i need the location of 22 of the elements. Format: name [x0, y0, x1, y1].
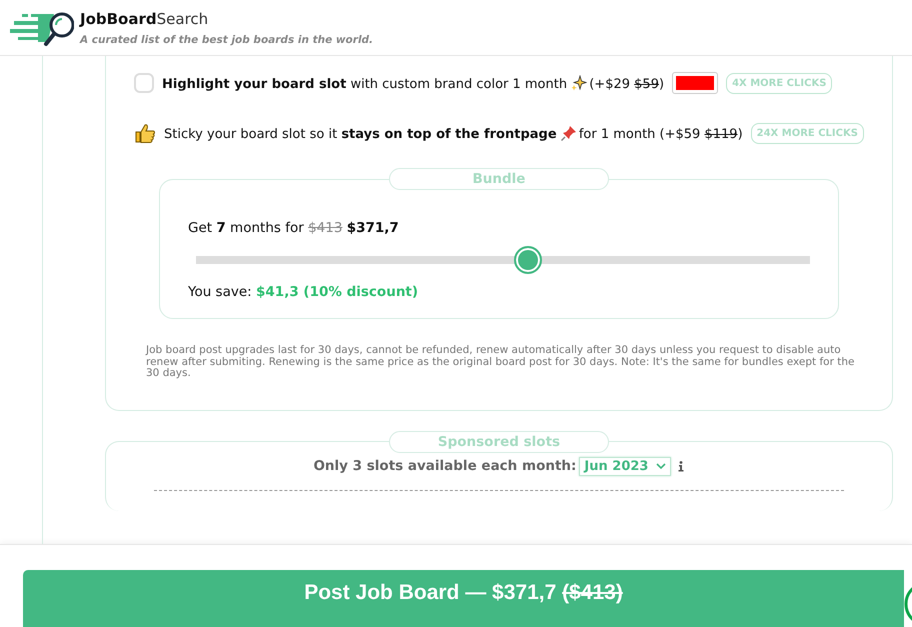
thumbs-up-icon: [134, 122, 156, 144]
upgrade-text: Sticky your board slot so it stays on top of the frontpage for 1 month (+$59 $119): [164, 124, 743, 142]
slots-label: Only 3 slots available each month:: [313, 458, 576, 474]
slider-thumb[interactable]: [514, 246, 542, 274]
section-legend: Sponsored slots: [388, 430, 609, 453]
info-icon[interactable]: [678, 460, 684, 472]
pushpin-icon: [560, 124, 577, 140]
section-legend: Bundle: [388, 168, 609, 190]
bundle-offer: Get 7 months for $413 $371,7: [188, 220, 400, 236]
post-button[interactable]: Post Job Board — $371,7 ($413): [23, 570, 904, 627]
upgrade-text: Highlight your board slot with custom brand color 1 month (+$29 $59): [162, 74, 664, 92]
clicks-badge: 4X MORE CLICKS: [726, 72, 832, 94]
sparkle-icon: [571, 74, 588, 90]
checkbox[interactable]: [134, 73, 154, 93]
tagline: A curated list of the best job boards in the world.: [80, 34, 374, 46]
clicks-badge: 24X MORE CLICKS: [750, 122, 864, 144]
savings-text: You save: $41,3 (10% discount): [188, 284, 420, 300]
caret-icon: [656, 462, 666, 470]
terms-note: Job board post upgrades last for 30 days, cannot be refunded, renew automatically after 30 days unless you request to disable auto renew after submiting. Renewing is the same price as the original board post for 30 days. Note: It's the same for bundles exept for the 30 days.: [146, 345, 856, 380]
month-select[interactable]: Jun 2023: [579, 456, 672, 476]
brand-name[interactable]: JobBoardSearch: [80, 10, 374, 28]
color-picker[interactable]: [672, 72, 718, 94]
